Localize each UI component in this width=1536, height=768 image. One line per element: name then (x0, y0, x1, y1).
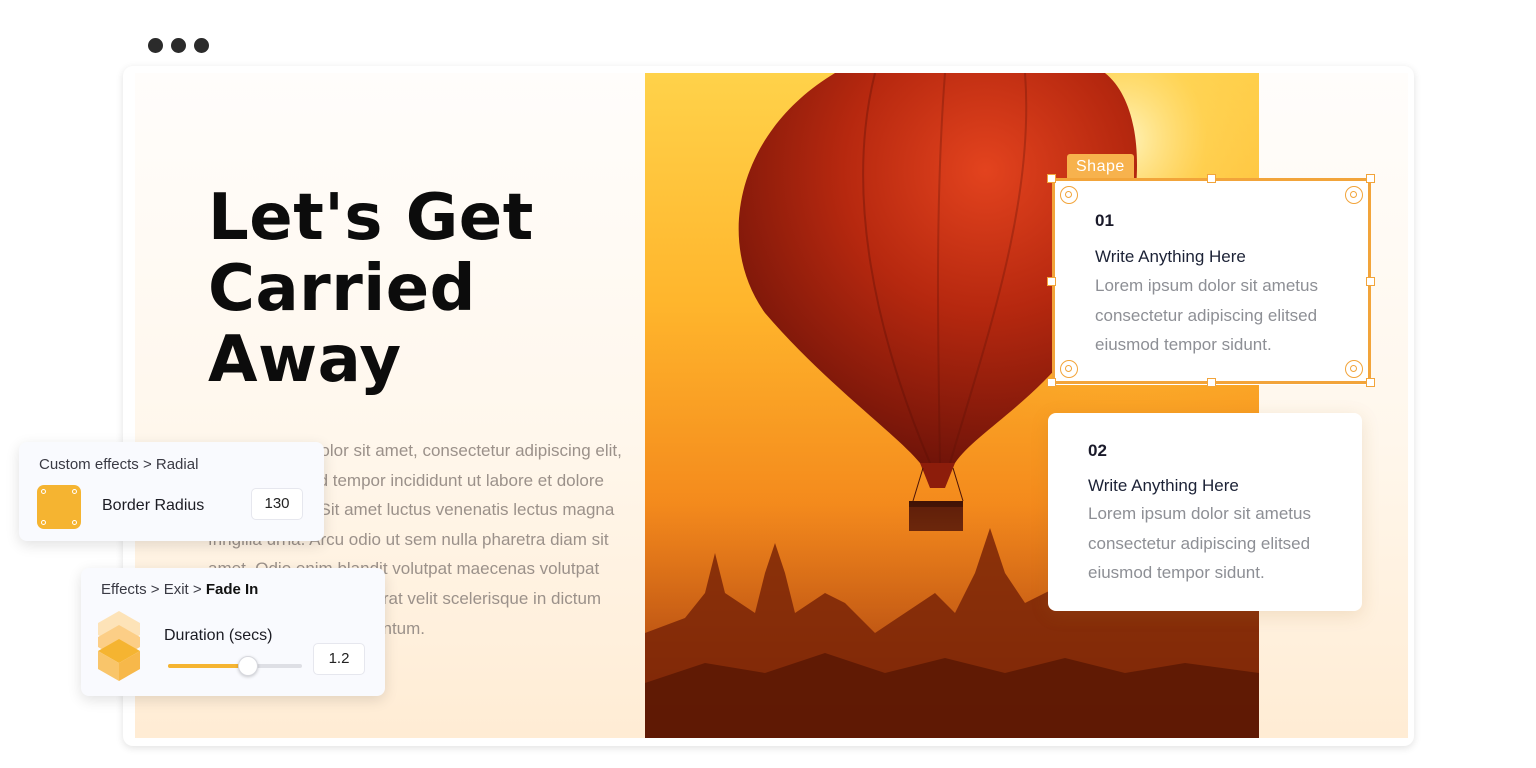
headline-line: Away (208, 323, 402, 397)
breadcrumb-current: Fade In (205, 581, 259, 598)
exit-effects-panel: Effects > Exit > Fade In Duration (secs)… (81, 568, 385, 696)
breadcrumb-item[interactable]: Radial (156, 456, 199, 473)
card-description: Lorem ipsum dolor sit ametus consectetur… (1088, 504, 1311, 583)
radius-handle-icon[interactable] (1345, 360, 1363, 378)
cube-effect-icon (98, 611, 140, 681)
breadcrumb-item[interactable]: Effects (101, 581, 147, 598)
resize-handle[interactable] (1366, 378, 1375, 387)
resize-handle[interactable] (1207, 378, 1216, 387)
border-radius-input[interactable]: 130 (251, 488, 303, 520)
resize-handle[interactable] (1366, 277, 1375, 286)
balloon-photo[interactable] (645, 73, 1259, 738)
slider-fill (168, 664, 249, 668)
card-number: 02 (1088, 441, 1107, 460)
headline-line: Let's Get (208, 181, 534, 255)
slider-thumb[interactable] (238, 656, 259, 676)
breadcrumb: Custom effects > Radial (39, 456, 198, 473)
resize-handle[interactable] (1207, 174, 1216, 183)
breadcrumb-item[interactable]: Exit (164, 581, 189, 598)
window-controls (148, 38, 209, 53)
resize-handle[interactable] (1047, 277, 1056, 286)
radius-handle-icon[interactable] (1345, 186, 1363, 204)
duration-input[interactable]: 1.2 (313, 643, 365, 675)
breadcrumb-separator-icon: > (142, 456, 156, 473)
slide-headline[interactable]: Let's Get Carried Away (208, 183, 534, 396)
resize-handle[interactable] (1047, 174, 1056, 183)
headline-line: Carried (208, 252, 476, 326)
border-radius-label: Border Radius (102, 497, 205, 514)
breadcrumb: Effects > Exit > Fade In (101, 581, 258, 598)
window-dot[interactable] (194, 38, 209, 53)
card-title: Write Anything Here (1088, 476, 1239, 495)
breadcrumb-separator-icon: > (192, 581, 206, 598)
breadcrumb-item[interactable]: Custom effects (39, 456, 139, 473)
duration-slider[interactable] (168, 656, 302, 676)
window-dot[interactable] (148, 38, 163, 53)
selection-shape-tag: Shape (1067, 154, 1134, 179)
radius-handle-icon[interactable] (1060, 360, 1078, 378)
shape-preview-icon (37, 485, 81, 529)
resize-handle[interactable] (1366, 174, 1375, 183)
duration-label: Duration (secs) (164, 627, 273, 644)
info-card-02[interactable]: 02 Write Anything Here Lorem ipsum dolor… (1048, 413, 1362, 611)
custom-effects-panel: Custom effects > Radial Border Radius 13… (19, 442, 324, 541)
balloon-image (645, 73, 1259, 738)
selection-box[interactable] (1052, 178, 1371, 384)
resize-handle[interactable] (1047, 378, 1056, 387)
radius-handle-icon[interactable] (1060, 186, 1078, 204)
breadcrumb-separator-icon: > (150, 581, 164, 598)
window-dot[interactable] (171, 38, 186, 53)
